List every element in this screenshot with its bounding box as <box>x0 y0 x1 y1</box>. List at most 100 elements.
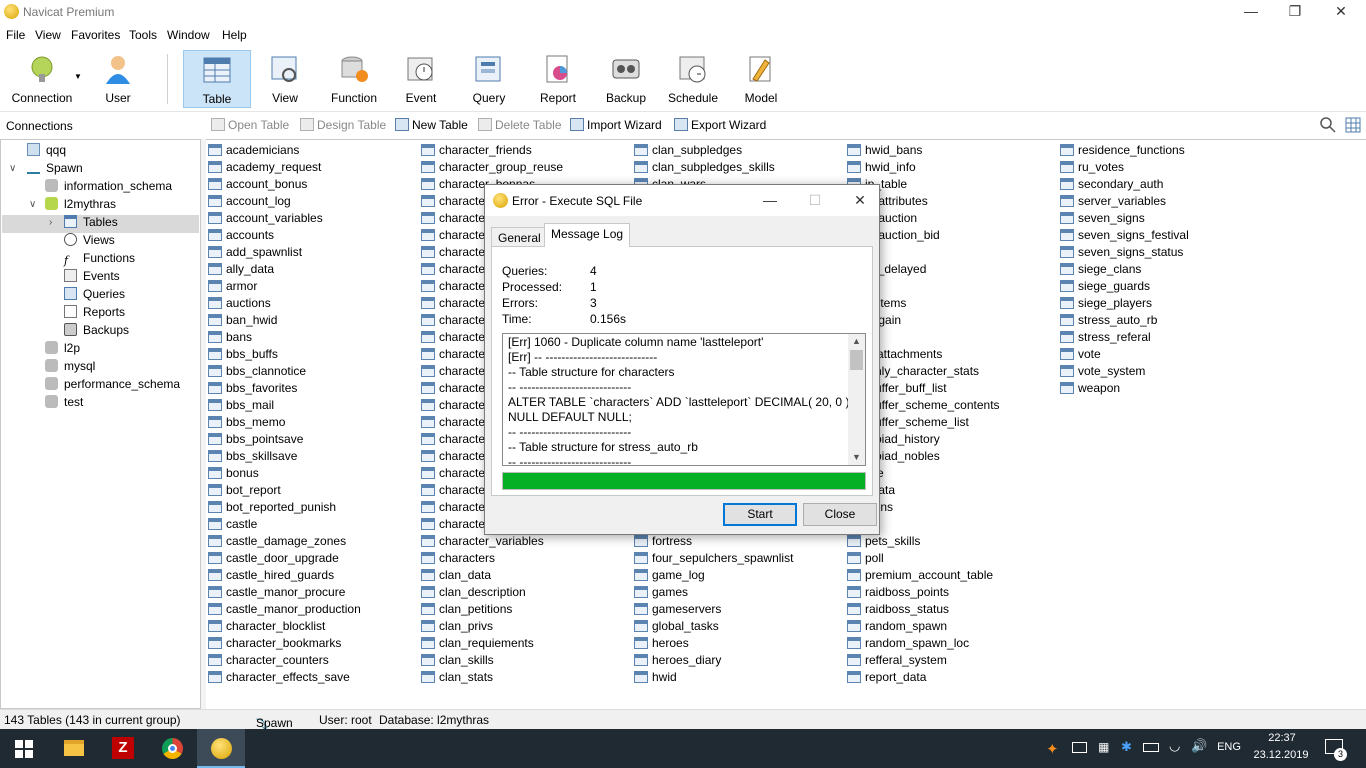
tree-item-l2p[interactable]: l2p <box>45 341 80 359</box>
table-list-item[interactable]: clan_subpledges_skills <box>634 159 775 176</box>
table-list-item[interactable]: game_log <box>634 567 705 584</box>
tree-item-l2mythras[interactable]: l2mythras <box>45 197 116 215</box>
dropdown-arrow-icon[interactable]: ▼ <box>74 72 82 81</box>
menu-favorites[interactable]: Favorites <box>71 28 120 42</box>
table-list-item[interactable]: account_log <box>208 193 291 210</box>
schedule-button[interactable]: Schedule <box>664 50 722 108</box>
navicat-taskbar-icon[interactable] <box>197 729 245 768</box>
table-list-item[interactable]: bot_reported_punish <box>208 499 336 516</box>
search-icon[interactable] <box>1320 117 1336 133</box>
model-button[interactable]: Model <box>734 50 788 108</box>
table-list-item[interactable]: pets_skills <box>847 533 920 550</box>
table-list-item[interactable]: characte <box>421 431 485 448</box>
table-list-item[interactable]: academicians <box>208 142 299 159</box>
table-list-item[interactable]: bbs_skillsave <box>208 448 297 465</box>
delete-table-button[interactable]: Delete Table <box>478 118 562 136</box>
table-list-item[interactable]: bot_report <box>208 482 281 499</box>
table-list-item[interactable]: characte <box>421 363 485 380</box>
table-list-item[interactable]: clan_subpledges <box>634 142 742 159</box>
tree-item-events[interactable]: Events <box>64 269 120 287</box>
windows-start-icon[interactable] <box>15 740 33 758</box>
table-list-item[interactable]: characters <box>421 550 495 567</box>
table-list-item[interactable]: secondary_auth <box>1060 176 1163 193</box>
table-list-item[interactable]: siege_clans <box>1060 261 1141 278</box>
clock-date[interactable]: 23.12.2019 <box>1246 749 1316 761</box>
new-table-button[interactable]: New Table <box>395 118 468 136</box>
collapse-arrow-icon[interactable]: ∨ <box>29 199 36 210</box>
table-list-item[interactable]: characte <box>421 499 485 516</box>
table-list-item[interactable]: seven_signs <box>1060 210 1145 227</box>
table-list-item[interactable]: characte <box>421 380 485 397</box>
scroll-thumb[interactable] <box>850 350 863 370</box>
table-list-item[interactable]: castle_manor_procure <box>208 584 345 601</box>
language-indicator[interactable]: ENG <box>1214 741 1244 753</box>
table-list-item[interactable]: characte <box>421 346 485 363</box>
table-list-item[interactable]: clan_skills <box>421 652 494 669</box>
tree-item-views[interactable]: Views <box>64 233 115 251</box>
table-list-item[interactable]: characte <box>421 465 485 482</box>
table-list-item[interactable]: premium_account_table <box>847 567 993 584</box>
table-list-item[interactable]: bbs_memo <box>208 414 285 431</box>
table-list-item[interactable]: character_variables <box>421 533 544 550</box>
import-wizard-button[interactable]: Import Wizard <box>570 118 662 136</box>
tree-item-reports[interactable]: Reports <box>64 305 125 323</box>
table-list-item[interactable]: random_spawn <box>847 618 947 635</box>
table-list-item[interactable]: four_sepulchers_spawnlist <box>634 550 793 567</box>
table-list-item[interactable]: vote <box>1060 346 1101 363</box>
tree-item-functions[interactable]: f Functions <box>64 251 135 269</box>
battery-icon[interactable] <box>1143 743 1159 752</box>
tray-network-icon[interactable]: ▦ <box>1098 740 1109 754</box>
start-button[interactable]: Start <box>723 503 797 526</box>
log-scrollbar[interactable]: ▲ ▼ <box>848 334 865 465</box>
menu-help[interactable]: Help <box>222 28 247 42</box>
table-list-item[interactable]: armor <box>208 278 257 295</box>
export-wizard-button[interactable]: Export Wizard <box>674 118 766 136</box>
table-list-item[interactable]: bbs_buffs <box>208 346 278 363</box>
function-button[interactable]: Function <box>322 50 386 108</box>
table-list-item[interactable]: castle <box>208 516 257 533</box>
chrome-icon[interactable] <box>148 729 196 768</box>
minimize-icon[interactable]: — <box>1228 0 1274 25</box>
table-list-item[interactable]: account_bonus <box>208 176 307 193</box>
table-list-item[interactable]: siege_players <box>1060 295 1152 312</box>
menu-window[interactable]: Window <box>167 28 210 42</box>
bluetooth-icon[interactable]: ✱ <box>1121 739 1132 755</box>
menu-view[interactable]: View <box>35 28 61 42</box>
table-list-item[interactable]: siege_guards <box>1060 278 1150 295</box>
tree-item-spawn[interactable]: Spawn <box>27 161 83 179</box>
message-log-textbox[interactable]: [Err] 1060 - Duplicate column name 'last… <box>502 333 866 466</box>
table-list-item[interactable]: stress_auto_rb <box>1060 312 1157 329</box>
tab-general[interactable]: General <box>491 227 548 247</box>
table-list-item[interactable]: characte <box>421 295 485 312</box>
table-list-item[interactable]: hwid_info <box>847 159 916 176</box>
table-list-item[interactable]: character_group_reuse <box>421 159 563 176</box>
filezilla-icon[interactable]: Z <box>99 729 147 768</box>
table-list-item[interactable]: report_data <box>847 669 926 686</box>
table-list-item[interactable]: clan_description <box>421 584 526 601</box>
collapse-arrow-icon[interactable]: ∨ <box>9 163 16 174</box>
table-list-item[interactable]: heroes_diary <box>634 652 721 669</box>
table-list-item[interactable]: ban_hwid <box>208 312 277 329</box>
query-button[interactable]: Query <box>462 50 516 108</box>
table-list-item[interactable]: refferal_system <box>847 652 947 669</box>
table-list-item[interactable]: characte <box>421 312 485 329</box>
clock-time[interactable]: 22:37 <box>1252 732 1312 744</box>
table-list-item[interactable]: bbs_pointsave <box>208 431 303 448</box>
close-button[interactable]: Close <box>803 503 877 526</box>
menu-file[interactable]: File <box>6 28 25 42</box>
table-list-item[interactable]: global_tasks <box>634 618 719 635</box>
view-button[interactable]: View <box>256 50 314 108</box>
tree-item-backups[interactable]: Backups <box>64 323 129 341</box>
table-list-item[interactable]: seven_signs_status <box>1060 244 1183 261</box>
table-list-item[interactable]: characte <box>421 448 485 465</box>
backup-button[interactable]: Backup <box>598 50 654 108</box>
table-list-item[interactable]: gameservers <box>634 601 721 618</box>
table-list-item[interactable]: stress_referal <box>1060 329 1151 346</box>
table-list-item[interactable]: characte <box>421 244 485 261</box>
tab-message-log[interactable]: Message Log <box>544 223 631 247</box>
connection-button[interactable]: ▼ Connection <box>4 50 82 108</box>
table-list-item[interactable]: academy_request <box>208 159 321 176</box>
table-list-item[interactable]: characte <box>421 397 485 414</box>
table-list-item[interactable]: castle_damage_zones <box>208 533 346 550</box>
table-list-item[interactable]: seven_signs_festival <box>1060 227 1189 244</box>
